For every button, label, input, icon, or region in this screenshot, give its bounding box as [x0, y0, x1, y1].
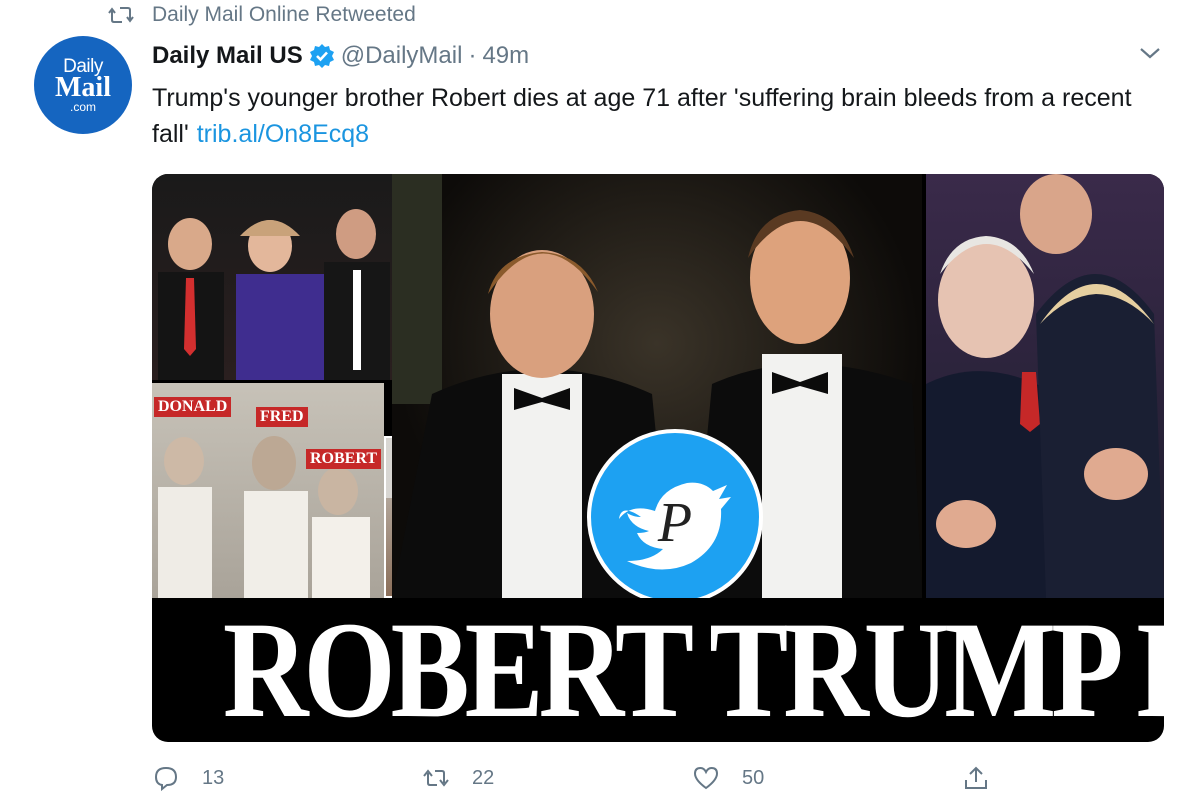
handle[interactable]: @DailyMail: [341, 42, 463, 70]
tweet-actions: 13 22 50: [152, 764, 1172, 802]
retweet-icon: [108, 7, 134, 23]
twitter-watermark-icon: P: [587, 429, 763, 605]
photo-brothers-childhood: DONALD FRED ROBERT: [152, 383, 384, 598]
tweet-link[interactable]: trib.al/On8Ecq8: [197, 120, 369, 148]
photo-family-event-art: [158, 209, 390, 380]
reply-icon: [154, 766, 178, 792]
photo-embrace: [926, 174, 1164, 598]
display-name[interactable]: Daily Mail US: [152, 42, 303, 70]
retweet-context-text[interactable]: Daily Mail Online Retweeted: [152, 3, 416, 27]
retweet-count: 22: [472, 766, 495, 789]
label-robert: ROBERT: [306, 449, 382, 469]
avatar-line-3: .com: [69, 100, 96, 114]
heart-icon: [693, 766, 719, 790]
timestamp[interactable]: 49m: [482, 42, 529, 70]
like-button[interactable]: 50: [692, 764, 764, 792]
label-fred: FRED: [256, 407, 308, 427]
share-button[interactable]: [962, 764, 1012, 792]
avatar-line-2: Mail: [55, 72, 111, 103]
photo-family-event: [152, 174, 392, 380]
svg-text:P: P: [657, 492, 692, 554]
avatar[interactable]: Daily Mail .com: [34, 36, 132, 134]
retweet-icon: [423, 769, 449, 787]
label-donald: DONALD: [154, 397, 232, 417]
photo-embrace-art: [926, 174, 1164, 598]
tweet-media-image[interactable]: DONALD FRED ROBERT P ROBERT TRUMP: [152, 174, 1164, 742]
reply-count: 13: [202, 766, 225, 789]
like-count: 50: [742, 766, 765, 789]
separator-dot: ·: [468, 42, 477, 69]
reply-button[interactable]: 13: [152, 764, 224, 792]
tweet-text: Trump's younger brother Robert dies at a…: [152, 80, 1162, 152]
headline-banner: ROBERT TRUMP DEAD: [222, 593, 1164, 742]
share-icon: [965, 766, 987, 789]
tweet-header: Daily Mail US @DailyMail · 49m: [152, 38, 529, 74]
twitter-bird-icon: P: [619, 482, 731, 570]
verified-badge-icon: [309, 44, 334, 68]
retweet-button[interactable]: 22: [422, 764, 494, 792]
chevron-down-icon[interactable]: [1138, 44, 1162, 62]
retweet-context: Daily Mail Online Retweeted: [108, 0, 416, 30]
